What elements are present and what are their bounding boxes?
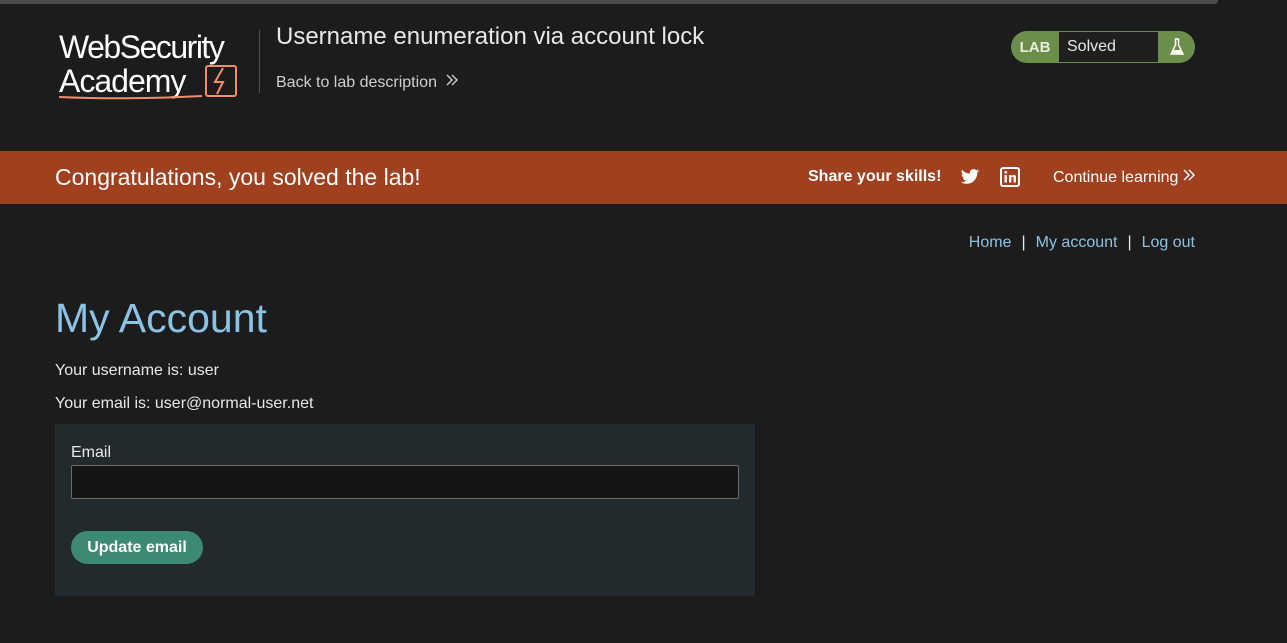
linkedin-icon[interactable] [1000,167,1020,192]
badge-status: Solved [1059,32,1158,62]
top-scrollbar [0,0,1218,4]
badge-lab-label: LAB [1019,38,1051,56]
flask-icon [1158,38,1195,56]
account-nav: Home | My account | Log out [969,234,1195,252]
lightning-logo-icon [213,67,225,95]
logo-line2: Academy [59,63,186,99]
logo-line1: WebSecurity [59,30,225,65]
lab-status-badge: LAB Solved [1011,31,1195,63]
email-field-label: Email [71,444,112,461]
double-chevron-right-icon [1182,168,1196,187]
double-chevron-right-icon [445,73,459,92]
nav-home-link[interactable]: Home [969,234,1012,251]
continue-learning-link[interactable]: Continue learning [1053,168,1196,187]
web-security-academy-logo[interactable]: WebSecurity Academy [57,29,257,102]
email-info: Your email is: user@normal-user.net [55,395,314,412]
update-email-button[interactable]: Update email [71,531,203,564]
nav-log-out-link[interactable]: Log out [1142,234,1195,251]
username-info: Your username is: user [55,362,219,379]
lab-title: Username enumeration via account lock [276,23,705,50]
top-strip [0,0,1287,8]
change-email-form: Email Update email [55,424,755,596]
email-field[interactable] [71,465,739,499]
twitter-icon[interactable] [960,167,980,192]
logo-graphic: WebSecurity Academy [58,29,237,100]
lab-header: WebSecurity Academy Username enumeration… [0,8,1287,151]
logo-divider [259,30,260,93]
back-to-lab-description-link[interactable]: Back to lab description [276,73,459,92]
congratulations-message: Congratulations, you solved the lab! [55,164,421,190]
nav-my-account-link[interactable]: My account [1036,234,1118,251]
continue-learning-label: Continue learning [1053,168,1179,186]
nav-separator: | [1127,234,1132,251]
page-title: My Account [55,295,267,341]
share-skills-label: Share your skills! [808,168,942,185]
solved-banner: Congratulations, you solved the lab! Sha… [0,151,1287,204]
nav-separator: | [1021,234,1026,251]
back-link-label: Back to lab description [276,73,437,91]
